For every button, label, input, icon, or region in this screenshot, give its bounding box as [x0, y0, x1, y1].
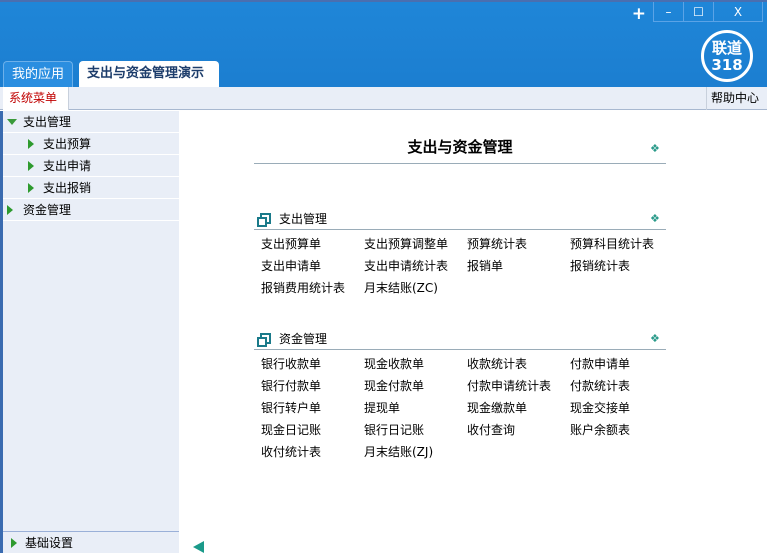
menu-link[interactable]: 现金付款单	[364, 377, 424, 394]
close-button[interactable]: X	[713, 2, 763, 22]
menu-link[interactable]: 银行付款单	[261, 377, 321, 394]
arrow-right-icon	[28, 139, 34, 149]
section-divider	[254, 349, 666, 350]
help-center-button[interactable]: 帮助中心	[706, 87, 767, 110]
menu-link[interactable]: 收款统计表	[467, 355, 527, 372]
menu-link[interactable]: 提现单	[364, 399, 400, 416]
menu-link[interactable]: 月末结账(ZC)	[364, 279, 438, 296]
menu-link[interactable]: 银行日记账	[364, 421, 424, 438]
sidebar-item-expense-management[interactable]: 支出管理	[3, 111, 179, 133]
sidebar-item-basic-settings[interactable]: 基础设置	[3, 531, 179, 553]
expanded-arrow-icon	[7, 119, 17, 125]
sidebar-item-label: 支出报销	[43, 181, 92, 195]
title-bar: + – ☐ X 联道 318 我的应用 支出与资金管理演示	[0, 0, 767, 89]
sidebar-item-label: 支出申请	[43, 159, 92, 173]
sidebar-item-label: 支出预算	[43, 137, 92, 151]
menu-link[interactable]: 月末结账(ZJ)	[364, 443, 433, 460]
maximize-button[interactable]: ☐	[683, 2, 713, 22]
menu-link[interactable]: 报销单	[467, 257, 503, 274]
arrow-right-icon	[28, 161, 34, 171]
arrow-right-icon	[28, 183, 34, 193]
sidebar-item-label: 基础设置	[25, 536, 74, 550]
menu-link[interactable]: 预算统计表	[467, 235, 527, 252]
menu-link[interactable]: 现金缴款单	[467, 399, 527, 416]
menu-link[interactable]: 账户余额表	[570, 421, 630, 438]
menu-link[interactable]: 现金日记账	[261, 421, 321, 438]
menu-link[interactable]: 报销统计表	[570, 257, 630, 274]
add-icon[interactable]: +	[632, 4, 646, 24]
tab-my-apps[interactable]: 我的应用	[3, 61, 73, 89]
menu-link[interactable]: 现金收款单	[364, 355, 424, 372]
menu-link[interactable]: 付款申请统计表	[467, 377, 551, 394]
sidebar: 支出管理 支出预算 支出申请 支出报销 资金管理 基础设置	[0, 111, 179, 553]
menu-link[interactable]: 支出申请统计表	[364, 257, 448, 274]
logo-text: 联道	[711, 39, 742, 57]
arrow-right-icon	[11, 538, 17, 548]
menu-link[interactable]: 收付统计表	[261, 443, 321, 460]
system-menu-tab[interactable]: 系统菜单	[3, 87, 69, 110]
minimize-button[interactable]: –	[653, 2, 683, 22]
menu-link[interactable]: 收付查询	[467, 421, 515, 438]
sidebar-item-expense-budget[interactable]: 支出预算	[3, 133, 179, 155]
logo: 联道 318	[701, 30, 753, 82]
collapse-sidebar-icon[interactable]	[193, 541, 204, 553]
section-title: 资金管理	[279, 332, 328, 346]
menu-link[interactable]: 支出预算调整单	[364, 235, 448, 252]
menu-link[interactable]: 付款申请单	[570, 355, 630, 372]
arrow-right-icon	[7, 205, 13, 215]
diamond-icon[interactable]: ❖	[650, 333, 660, 344]
diamond-icon[interactable]: ❖	[650, 213, 660, 224]
menu-link[interactable]: 付款统计表	[570, 377, 630, 394]
divider	[254, 163, 666, 164]
menu-link[interactable]: 现金交接单	[570, 399, 630, 416]
section-title: 支出管理	[279, 212, 328, 226]
menu-link[interactable]: 支出申请单	[261, 257, 321, 274]
menu-link[interactable]: 支出预算单	[261, 235, 321, 252]
sidebar-item-expense-reimbursement[interactable]: 支出报销	[3, 177, 179, 199]
diamond-icon: ❖	[650, 142, 660, 155]
page-title: 支出与资金管理	[407, 138, 513, 156]
section-divider	[254, 229, 666, 230]
sidebar-item-fund-management[interactable]: 资金管理	[3, 199, 179, 221]
sidebar-item-label: 支出管理	[23, 115, 72, 129]
section-icon	[257, 213, 271, 227]
menu-link[interactable]: 报销费用统计表	[261, 279, 345, 296]
menu-link[interactable]: 银行转户单	[261, 399, 321, 416]
section-icon	[257, 333, 271, 347]
menu-bar: 系统菜单 帮助中心	[0, 87, 767, 110]
tab-expense-fund-demo[interactable]: 支出与资金管理演示	[79, 61, 219, 89]
sidebar-item-expense-request[interactable]: 支出申请	[3, 155, 179, 177]
menu-link[interactable]: 银行收款单	[261, 355, 321, 372]
sidebar-item-label: 资金管理	[23, 203, 72, 217]
logo-number: 318	[711, 56, 743, 74]
menu-link[interactable]: 预算科目统计表	[570, 235, 654, 252]
